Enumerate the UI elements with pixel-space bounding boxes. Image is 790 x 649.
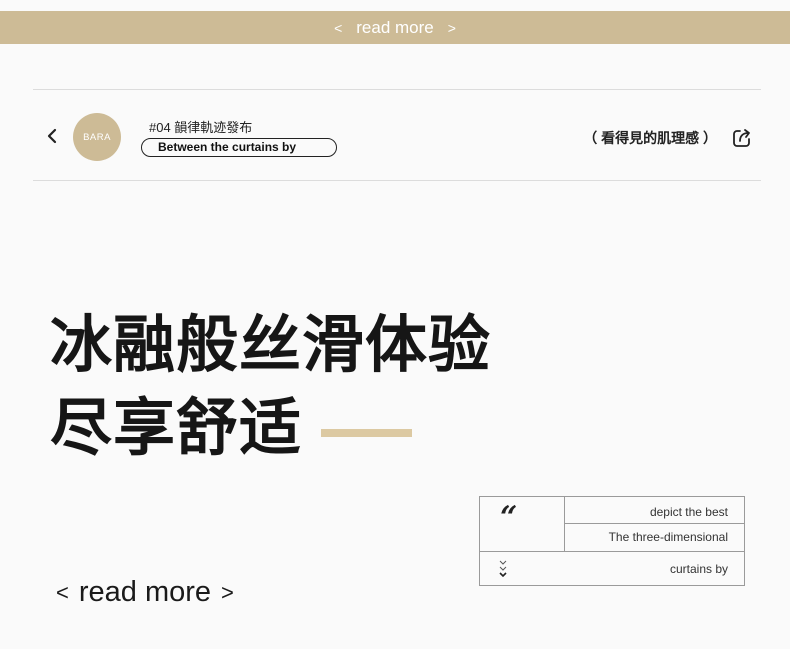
brand-avatar[interactable]: BARA <box>73 113 121 161</box>
article-header: BARA #04 韻律軌迹發布 Between the curtains by … <box>33 90 761 180</box>
info-table: “ depict the best The three-dimensional … <box>479 496 745 586</box>
table-full-divider <box>480 551 744 552</box>
scroll-down-arrows-icon <box>499 560 507 578</box>
top-read-more-banner[interactable]: < read more > <box>0 11 790 44</box>
table-cell-row3: curtains by <box>669 562 728 576</box>
back-chevron-icon[interactable] <box>45 128 59 144</box>
banner-next-chevron-icon[interactable]: > <box>448 20 456 36</box>
table-middle-divider <box>564 523 745 524</box>
table-cell-row1: depict the best <box>649 505 728 519</box>
bottom-read-more-link[interactable]: < read more > <box>56 576 234 609</box>
table-vertical-divider <box>564 497 565 551</box>
quote-mark-icon: “ <box>500 500 518 535</box>
hero-headline-line1: 冰融般丝滑体验 <box>50 311 492 380</box>
avatar-logo-text: BARA <box>83 131 111 143</box>
banner-prev-chevron-icon[interactable]: < <box>334 20 342 36</box>
table-cell-row2: The three-dimensional <box>608 530 728 544</box>
share-icon[interactable] <box>731 127 753 149</box>
read-more-next-chevron-icon[interactable]: > <box>221 580 234 606</box>
issue-title: #04 韻律軌迹發布 <box>149 120 253 135</box>
header-bottom-divider <box>33 180 761 181</box>
subtitle-pill: Between the curtains by <box>141 138 337 157</box>
banner-read-more-label[interactable]: read more <box>356 18 433 38</box>
read-more-prev-chevron-icon[interactable]: < <box>56 580 69 606</box>
texture-label: （ 看得見的肌理感 ） <box>583 130 717 146</box>
read-more-label[interactable]: read more <box>79 576 211 609</box>
hero-headline-line2: 尽享舒适 <box>50 394 303 463</box>
accent-bar <box>321 429 412 437</box>
